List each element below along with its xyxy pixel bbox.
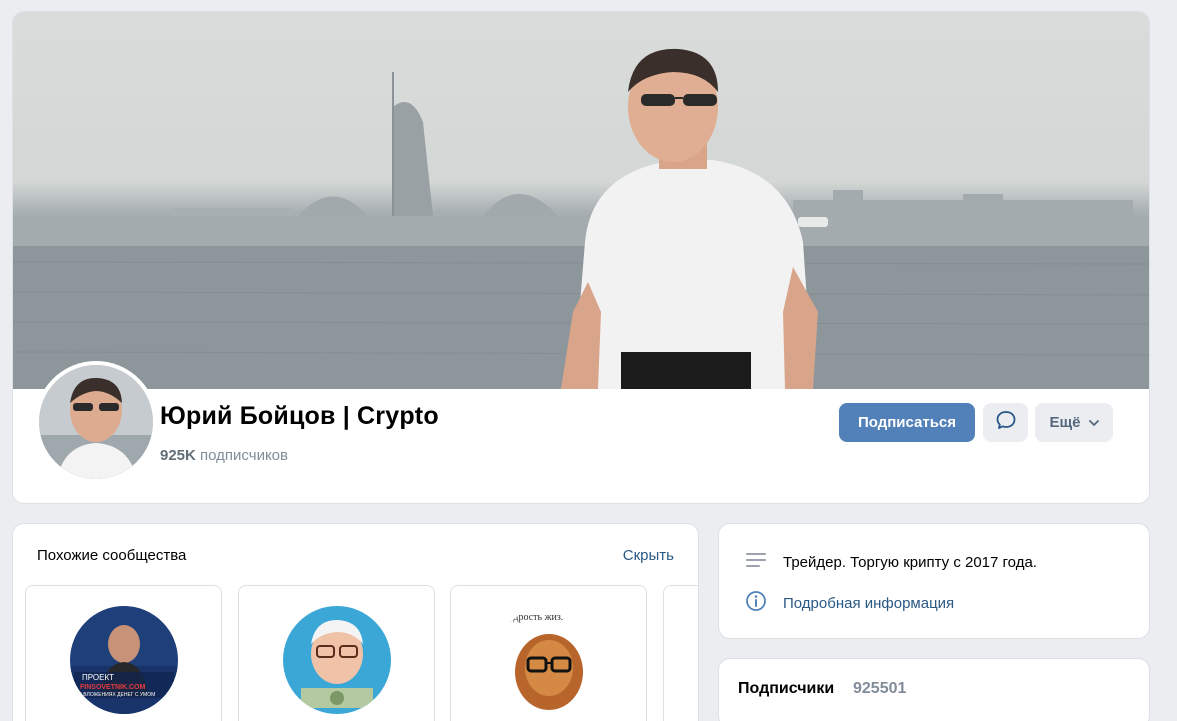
community-avatar: ПРОЕКТ FINSOVETNIK.COM О ВЛОЖЕНИЯХ ДЕНЕГ…	[70, 606, 178, 714]
community-caption-1: ПРОЕКТ	[82, 673, 114, 682]
community-description: Трейдер. Торгую крипту с 2017 года.	[783, 553, 1037, 571]
cover-image	[13, 12, 1149, 389]
about-card: Трейдер. Торгую крипту с 2017 года. Подр…	[718, 523, 1150, 639]
cover-illustration	[13, 48, 1149, 389]
followers-card[interactable]: Подписчики 925501	[718, 658, 1150, 721]
community-caption-2: FINSOVETNIK.COM	[80, 684, 146, 691]
community-caption-1: удрость жиз.	[509, 612, 563, 623]
subscribe-button[interactable]: Подписаться	[839, 403, 975, 442]
similar-community-tile[interactable]	[663, 585, 698, 721]
community-avatar	[283, 606, 391, 714]
more-label: Ещё	[1049, 414, 1081, 431]
similar-community-tile[interactable]	[238, 585, 435, 721]
message-bubble-icon	[995, 409, 1017, 436]
details-link[interactable]: Подробная информация	[783, 595, 954, 612]
profile-avatar[interactable]	[35, 361, 157, 483]
avatar-photo	[39, 365, 153, 479]
subscribers-count: 925K	[160, 447, 196, 464]
followers-count: 925501	[853, 680, 907, 697]
community-caption-3: О ВЛОЖЕНИЯХ ДЕНЕГ С УМОМ	[78, 692, 155, 698]
similar-communities-title: Похожие сообщества	[37, 547, 187, 564]
subscribers-label: подписчиков	[200, 447, 288, 464]
community-avatar: удрость жиз.	[495, 606, 603, 714]
more-button[interactable]: Ещё	[1035, 403, 1113, 442]
similar-community-tile[interactable]: ПРОЕКТ FINSOVETNIK.COM О ВЛОЖЕНИЯХ ДЕНЕГ…	[25, 585, 222, 721]
message-button[interactable]	[983, 403, 1028, 442]
cover-person	[561, 48, 818, 389]
chevron-down-icon	[1088, 414, 1099, 431]
info-icon	[745, 590, 767, 616]
similar-communities-card: Похожие сообщества Скрыть ПРОЕКТ FINSOVE…	[12, 523, 699, 721]
followers-label: Подписчики	[738, 680, 835, 697]
description-row: Трейдер. Торгую крипту с 2017 года.	[745, 550, 1037, 574]
profile-name: Юрий Бойцов | Crypto	[160, 402, 439, 430]
subscribers-summary[interactable]: 925K подписчиков	[160, 447, 288, 464]
similar-community-tile[interactable]: удрость жиз.	[450, 585, 647, 721]
hide-similar-link[interactable]: Скрыть	[623, 547, 674, 564]
lines-icon	[745, 550, 767, 574]
details-row[interactable]: Подробная информация	[745, 590, 954, 616]
